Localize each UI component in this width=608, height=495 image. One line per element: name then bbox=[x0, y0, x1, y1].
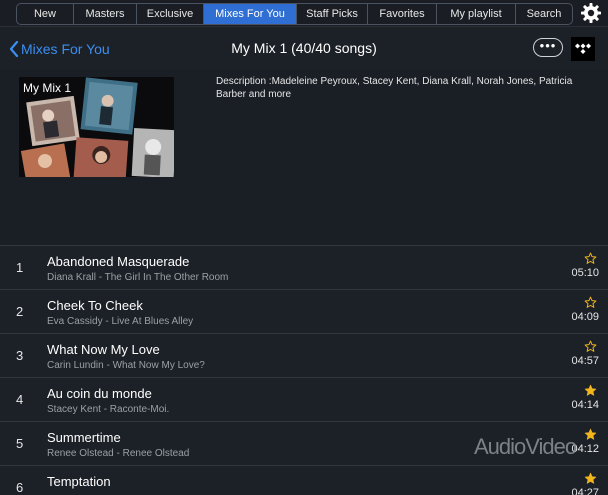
tab-masters[interactable]: Masters bbox=[73, 4, 136, 24]
track-duration: 04:57 bbox=[571, 355, 599, 367]
star-filled-icon[interactable] bbox=[584, 428, 597, 441]
mix-description: Description :Madeleine Peyroux, Stacey K… bbox=[216, 76, 573, 100]
cover-title: My Mix 1 bbox=[23, 81, 71, 95]
track-row[interactable]: 4 Au coin du monde Stacey Kent - Raconte… bbox=[0, 377, 608, 421]
track-number: 5 bbox=[16, 436, 24, 451]
tab-staff-picks[interactable]: Staff Picks bbox=[296, 4, 367, 24]
track-title: Au coin du monde bbox=[47, 386, 152, 401]
top-tab-bar: New Masters Exclusive Mixes For You Staf… bbox=[0, 0, 608, 27]
tab-favorites[interactable]: Favorites bbox=[367, 4, 436, 24]
track-duration: 04:27 bbox=[571, 487, 599, 495]
track-row[interactable]: 2 Cheek To Cheek Eva Cassidy - Live At B… bbox=[0, 289, 608, 333]
tab-exclusive[interactable]: Exclusive bbox=[136, 4, 203, 24]
track-row[interactable]: 6 Temptation 04:27 bbox=[0, 465, 608, 495]
track-title: Abandoned Masquerade bbox=[47, 254, 190, 269]
track-number: 4 bbox=[16, 392, 24, 407]
track-artist-album: Renee Olstead - Renee Olstead bbox=[47, 448, 190, 459]
track-title: Summertime bbox=[47, 430, 121, 445]
track-number: 2 bbox=[16, 304, 24, 319]
more-options-button[interactable]: ••• bbox=[533, 38, 563, 57]
track-duration: 05:10 bbox=[571, 267, 599, 279]
star-outline-icon[interactable] bbox=[584, 252, 597, 265]
track-artist-album: Stacey Kent - Raconte-Moi. bbox=[47, 404, 170, 415]
star-filled-icon[interactable] bbox=[584, 384, 597, 397]
track-number: 6 bbox=[16, 480, 24, 495]
track-artist-album: Eva Cassidy - Live At Blues Alley bbox=[47, 316, 194, 327]
track-title: Temptation bbox=[47, 474, 111, 489]
page-header: Mixes For You My Mix 1 (40/40 songs) ••• bbox=[0, 27, 608, 69]
star-outline-icon[interactable] bbox=[584, 296, 597, 309]
mix-cover-art[interactable]: My Mix 1 bbox=[19, 77, 174, 177]
track-title: Cheek To Cheek bbox=[47, 298, 143, 313]
track-row[interactable]: 3 What Now My Love Carin Lundin - What N… bbox=[0, 333, 608, 377]
segmented-tabs: New Masters Exclusive Mixes For You Staf… bbox=[16, 3, 573, 25]
track-artist-album: Diana Krall - The Girl In The Other Room bbox=[47, 272, 229, 283]
track-artist-album: Carin Lundin - What Now My Love? bbox=[47, 360, 205, 371]
tab-search[interactable]: Search bbox=[515, 4, 572, 24]
tab-new[interactable]: New bbox=[17, 4, 73, 24]
page-title: My Mix 1 (40/40 songs) bbox=[231, 40, 377, 56]
tidal-logo-icon[interactable] bbox=[571, 37, 595, 61]
tab-my-playlist[interactable]: My playlist bbox=[436, 4, 515, 24]
track-duration: 04:09 bbox=[571, 311, 599, 323]
track-number: 3 bbox=[16, 348, 24, 363]
gear-icon[interactable] bbox=[579, 1, 603, 25]
watermark-logo: AudioVideo bbox=[474, 434, 577, 459]
mix-info-panel: My Mix 1 Description :Madeleine Peyroux,… bbox=[0, 69, 608, 245]
track-title: What Now My Love bbox=[47, 342, 160, 357]
track-number: 1 bbox=[16, 260, 24, 275]
track-row[interactable]: 1 Abandoned Masquerade Diana Krall - The… bbox=[0, 245, 608, 289]
star-outline-icon[interactable] bbox=[584, 340, 597, 353]
star-filled-icon[interactable] bbox=[584, 472, 597, 485]
track-duration: 04:14 bbox=[571, 399, 599, 411]
tab-mixes-for-you[interactable]: Mixes For You bbox=[203, 4, 296, 24]
